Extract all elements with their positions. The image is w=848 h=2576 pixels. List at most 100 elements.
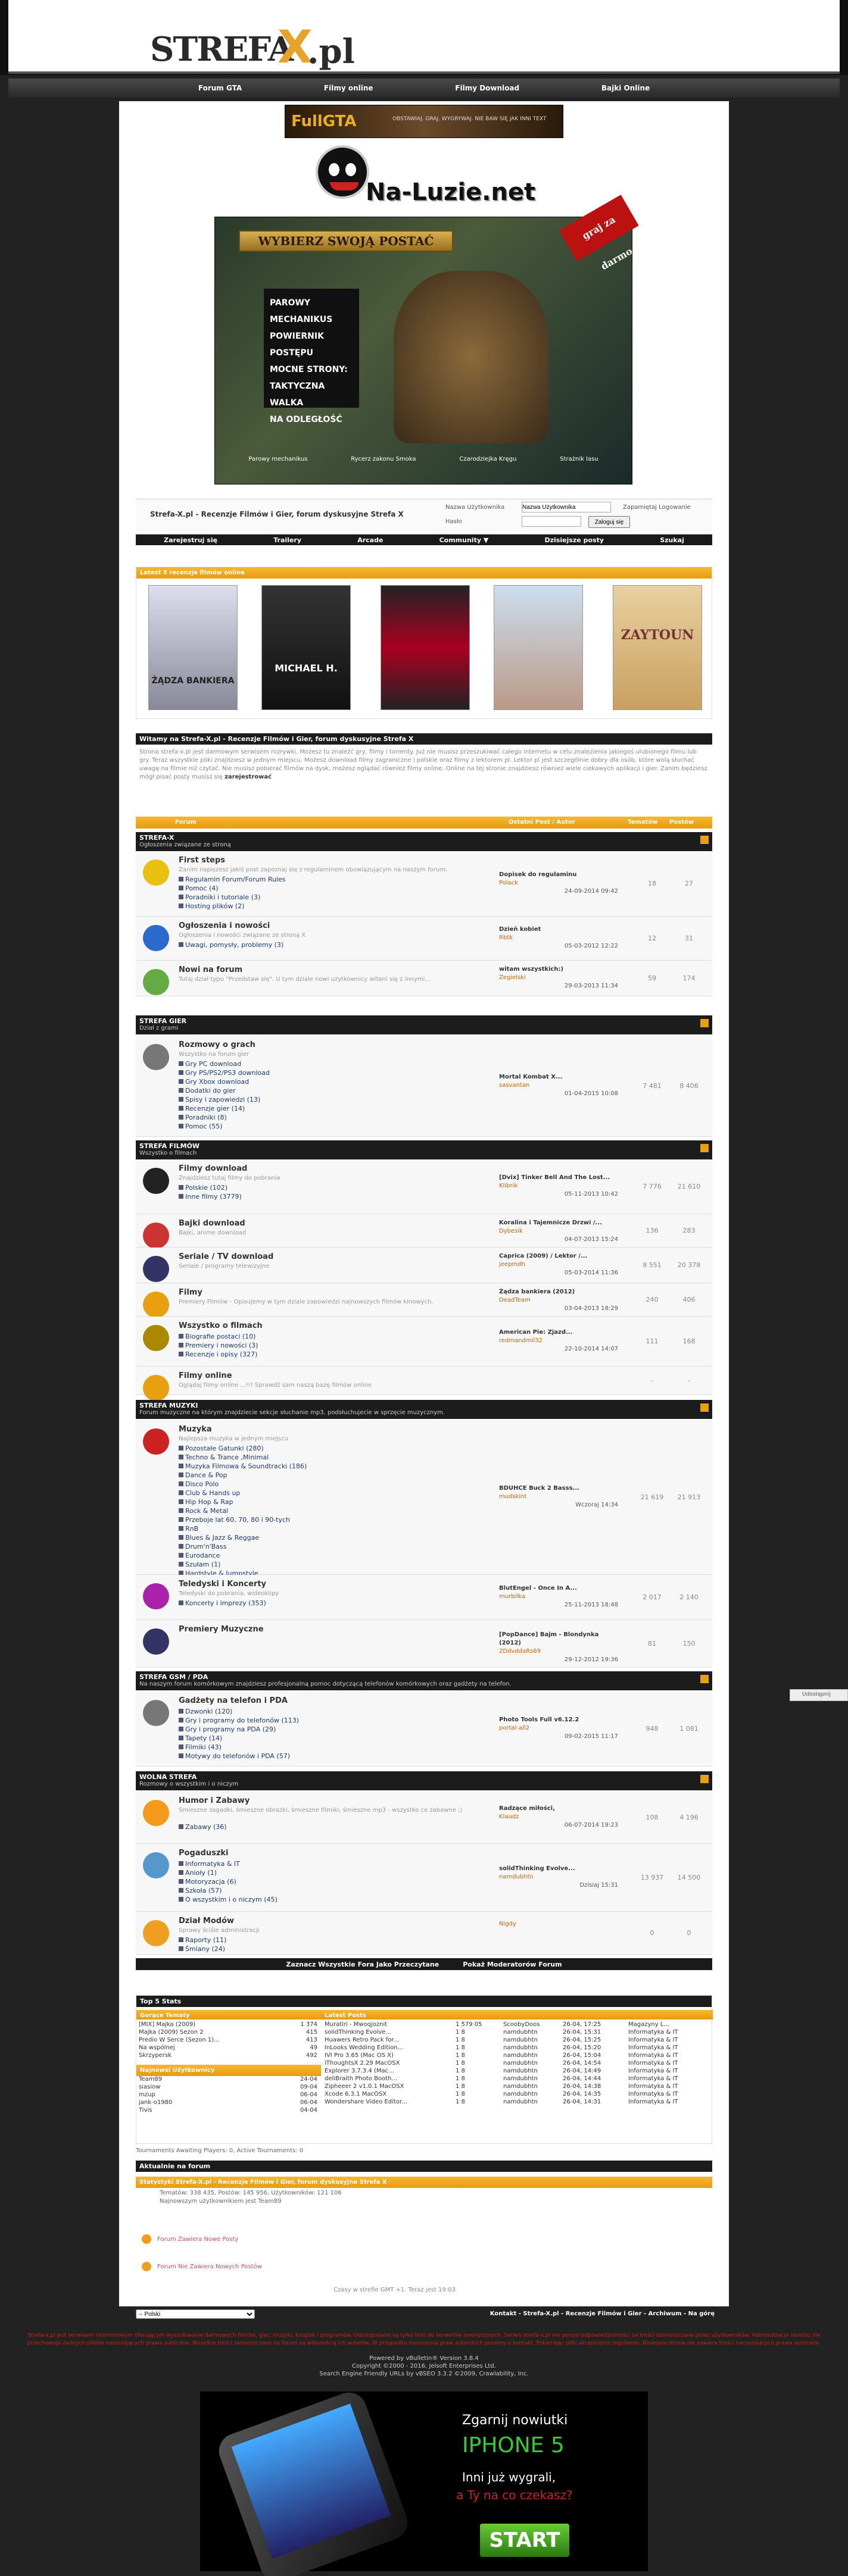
latest-post-row[interactable]: Huawers Retro Pack for... 1 8 namdubhtn 26-… <box>325 2036 710 2044</box>
last-post-title[interactable]: witam wszystkich:) <box>499 965 618 974</box>
subforum-link[interactable]: Gry PC download <box>185 1060 241 1068</box>
naluzie-logo[interactable]: Na-Luzie.net <box>316 145 536 211</box>
subforum-link[interactable]: Dodatki do gier <box>185 1087 236 1095</box>
latest-post-row[interactable]: Xcode 6.3.1 MacOSX 1 8 namdubhtn 26-04, 14:… <box>325 2090 710 2098</box>
subforum-link[interactable]: Gry i programy do telefonów (113) <box>185 1717 299 1724</box>
nav-register[interactable]: Zarejestruj się <box>164 536 217 544</box>
last-post-author[interactable]: 2DdvddaRs69 <box>499 1647 618 1656</box>
subforum-link[interactable]: Szkoła (57) <box>185 1887 222 1895</box>
last-post-title[interactable]: [PopDance] Bajm - Blondynka (2012) <box>499 1631 618 1647</box>
latest-post-row[interactable]: deliBraith Photo Booth... 1 8 namdubhtn 26-… <box>325 2075 710 2083</box>
subforum-link[interactable]: Rock & Metal <box>185 1507 228 1515</box>
forum-title[interactable]: Filmy online <box>179 1371 232 1380</box>
subforum-link[interactable]: Przeboje lat 60, 70, 80 i 90-tych <box>185 1516 290 1524</box>
forum-title[interactable]: Dział Modów <box>179 1917 234 1925</box>
last-post-title[interactable]: Radzące miłości, <box>499 1805 618 1813</box>
last-post-title[interactable]: Dzień kobiet <box>499 926 618 934</box>
last-post-author[interactable]: Polack <box>499 879 618 887</box>
subforum-link[interactable]: Club & Hands up <box>185 1489 240 1497</box>
forum-title[interactable]: First steps <box>179 856 225 865</box>
hot-topic-row[interactable]: Skrzypersk 492 <box>139 2052 317 2059</box>
subforum-link[interactable]: Polskie (102) <box>185 1184 227 1192</box>
forum-title[interactable]: Ogłoszenia i nowości <box>179 921 270 930</box>
forum-title[interactable]: Humor i Zabawy <box>179 1796 250 1805</box>
collapse-icon[interactable] <box>700 1775 709 1783</box>
section-header[interactable]: STREFA GIER Dział z grami <box>136 1015 712 1034</box>
last-post-title[interactable]: Caprica (2009) / Lektor /... <box>499 1252 618 1261</box>
section-header[interactable]: STREFA-X Ogłoszenia związane ze stroną <box>136 832 712 851</box>
subforum-link[interactable]: Gry Xbox download <box>185 1078 249 1086</box>
subforum-link[interactable]: Drum'n'Bass <box>185 1543 226 1550</box>
subforum-link[interactable]: Informatyka & IT <box>185 1860 240 1868</box>
iphone-ad[interactable]: Zgarnij nowiutki IPHONE 5 Inni już wygra… <box>200 2387 648 2576</box>
last-post-title[interactable]: [Dvix] Tinker Bell And The Lost... <box>499 1174 618 1182</box>
nav-filmy-download[interactable]: Filmy Download <box>455 84 519 92</box>
last-post-author[interactable]: sasvantan <box>499 1081 618 1090</box>
nav-today-posts[interactable]: Dzisiejsze posty <box>545 536 604 544</box>
subforum-link[interactable]: Raporty (11) <box>185 1936 226 1944</box>
subforum-link[interactable]: RnB <box>185 1525 198 1533</box>
subforum-link[interactable]: Gry i programy na PDA (29) <box>185 1725 276 1733</box>
username-input[interactable] <box>522 502 611 512</box>
poster-2[interactable]: MICHAEL H. <box>261 585 351 710</box>
last-post-author[interactable]: redmandmil32 <box>499 1337 618 1345</box>
subforum-link[interactable]: Disco Polo <box>185 1480 219 1488</box>
hot-topic-row[interactable]: Predio W Serce (Sezon 1)... 413 <box>139 2036 317 2044</box>
forum-title[interactable]: Rozmowy o grach <box>179 1040 255 1049</box>
subforum-link[interactable]: Koncerty i imprezy (353) <box>185 1599 266 1607</box>
last-post-title[interactable]: Photo Tools Full v6.12.2 <box>499 1716 618 1724</box>
start-button[interactable]: START <box>480 2524 569 2557</box>
subforum-link[interactable]: Regulamin Forum/Forum Rules <box>185 876 286 883</box>
subforum-link[interactable]: Eurodance <box>185 1552 220 1559</box>
poster-5[interactable]: ZAYTOUN <box>613 585 702 710</box>
collapse-icon[interactable] <box>700 1675 709 1683</box>
section-header[interactable]: STREFA FILMÓW Wszystko o filmach <box>136 1140 712 1159</box>
game-ad[interactable]: WYBIERZ SWOJĄ POSTAĆ graj za darmo PAROW… <box>214 195 639 484</box>
section-header[interactable]: WOLNA STREFA Rozmowy o wszystkim i o nicz… <box>136 1771 712 1790</box>
latest-post-row[interactable]: IVI Pro 3.65 (Mac OS X) 1 8 namdubhtn 26-04… <box>325 2052 710 2059</box>
collapse-icon[interactable] <box>700 1019 709 1027</box>
forum-title[interactable]: Filmy download <box>179 1164 247 1173</box>
last-post-author[interactable]: Klaudz <box>499 1813 618 1821</box>
latest-post-row[interactable]: iThoughtsX 2.29 MacOSX 1 8 namdubhtn 26-04,… <box>325 2059 710 2067</box>
last-post-author[interactable]: mudskint <box>499 1493 618 1501</box>
password-input[interactable] <box>522 516 581 527</box>
nav-forum-gta[interactable]: Forum GTA <box>198 84 242 92</box>
nav-trailers[interactable]: Trailery <box>273 536 301 544</box>
last-post-title[interactable]: Koralina i Tajemnicze Drzwi /... <box>499 1219 618 1227</box>
last-post-title[interactable]: solidThinking Evolve... <box>499 1865 618 1873</box>
forum-title[interactable]: Premiery Muzyczne <box>179 1625 264 1634</box>
last-post-author[interactable]: portal-all2 <box>499 1724 618 1733</box>
poster-3[interactable] <box>381 585 470 710</box>
site-logo[interactable]: STREFA X .pl <box>146 20 397 76</box>
subforum-link[interactable]: Premiery i nowości (3) <box>185 1342 258 1349</box>
subforum-link[interactable]: Recenzje gier (14) <box>185 1105 245 1112</box>
nav-bajki-online[interactable]: Bajki Online <box>601 84 650 92</box>
subforum-link[interactable]: Szułam (1) <box>185 1561 220 1568</box>
poster-4[interactable] <box>494 585 583 710</box>
forum-title[interactable]: Nowi na forum <box>179 965 242 974</box>
nav-search[interactable]: Szukaj <box>660 536 684 544</box>
subforum-link[interactable]: Dzwonki (120) <box>185 1708 232 1715</box>
hot-topic-row[interactable]: Na wspólnej 49 <box>139 2044 317 2052</box>
login-button[interactable]: Zaloguj się <box>588 516 630 528</box>
subforum-link[interactable]: Recenzje i opisy (327) <box>185 1350 257 1358</box>
subforum-link[interactable]: Motoryzacja (6) <box>185 1878 236 1886</box>
last-post-title[interactable]: Mortal Kombat X... <box>499 1073 618 1081</box>
subforum-link[interactable]: Pomoc (55) <box>185 1123 223 1130</box>
forum-title[interactable]: Seriale / TV download <box>179 1252 273 1261</box>
last-post-title[interactable]: BDUHCE Buck 2 Basss... <box>499 1484 618 1493</box>
last-post-author[interactable]: jeepmdh <box>499 1261 618 1269</box>
last-post-author[interactable]: DeadTeam <box>499 1296 618 1305</box>
forum-title[interactable]: Teledyski i Koncerty <box>179 1580 266 1589</box>
last-post-author[interactable]: murbilka <box>499 1593 618 1601</box>
last-post-title[interactable]: Dopisek do regulaminu <box>499 871 618 879</box>
subforum-link[interactable]: Dance & Pop <box>185 1471 227 1479</box>
subforum-link[interactable]: Poradniki i tutoriale (3) <box>185 893 260 901</box>
footer-links[interactable]: Kontakt - Strefa-X.pl - Recenzje Filmów … <box>417 2311 715 2317</box>
show-moderators-link[interactable]: Pokaż Moderatorów Forum <box>463 1961 562 1968</box>
subforum-link[interactable]: Techno & Trance ,Minimal <box>185 1453 269 1461</box>
subforum-link[interactable]: O wszystkim i o niczym (45) <box>185 1896 278 1903</box>
subforum-link[interactable]: Pomoc (4) <box>185 884 219 892</box>
last-post-title[interactable]: Żądza bankiera (2012) <box>499 1288 618 1296</box>
